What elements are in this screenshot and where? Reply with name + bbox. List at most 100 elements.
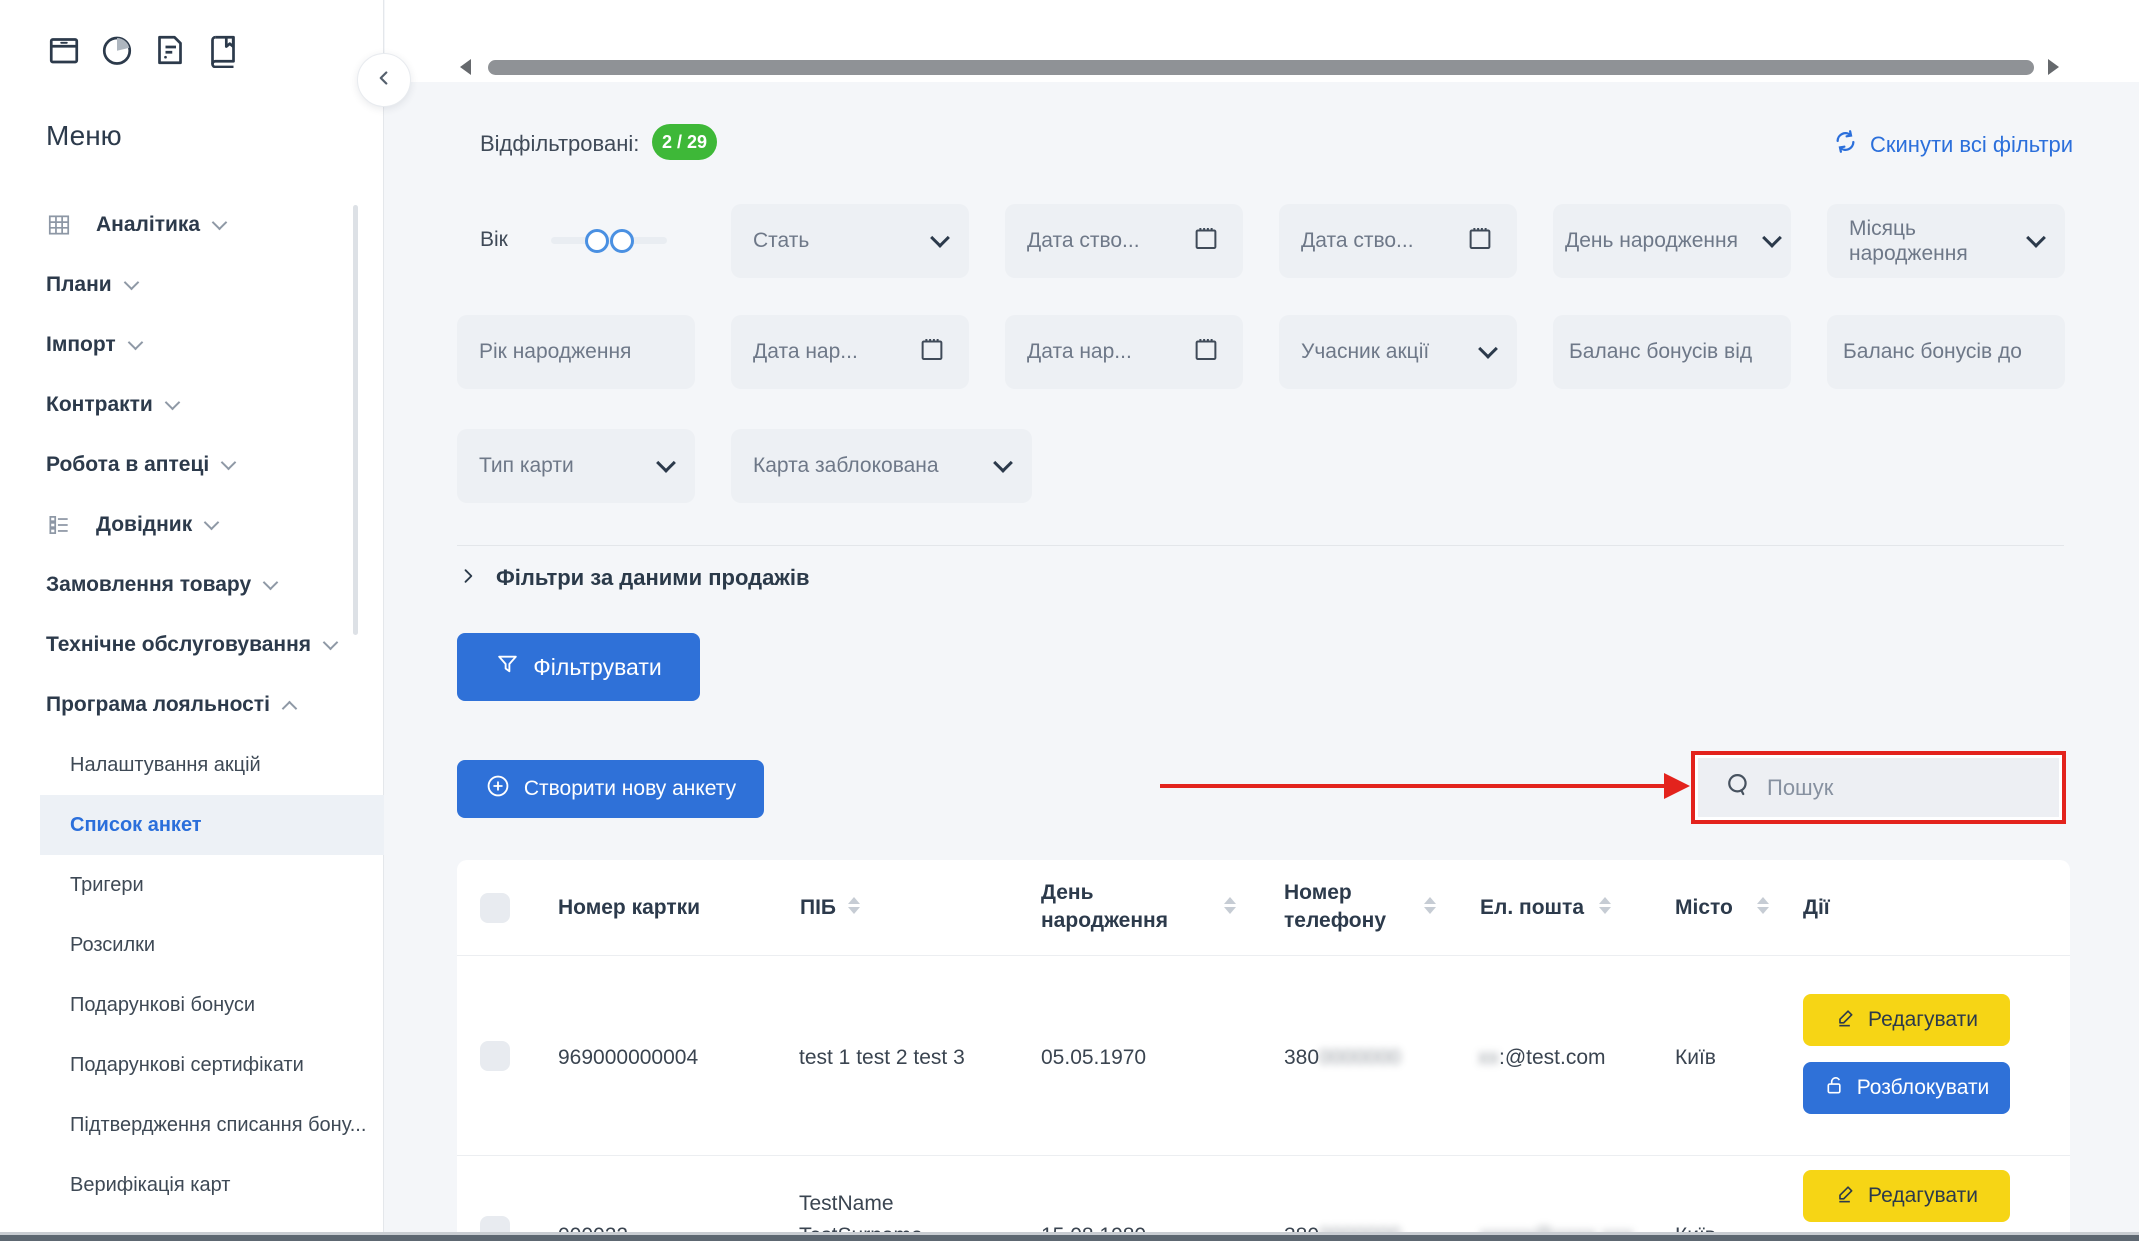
sidebar-top-icons xyxy=(46,32,241,68)
sort-icon[interactable] xyxy=(1757,897,1769,914)
annotation-arrow-head xyxy=(1664,773,1690,799)
sidebar-item-bonus-writeoff-confirmation[interactable]: Підтвердження списання бону... xyxy=(70,1095,366,1155)
chevron-left-icon xyxy=(373,67,395,94)
date-created-to-input[interactable]: Дата ство... xyxy=(1279,204,1517,278)
birth-date-from-input[interactable]: Дата нар... xyxy=(731,315,969,389)
promo-participant-select[interactable]: Учасник акції xyxy=(1279,315,1517,389)
table-row-divider xyxy=(457,1155,2070,1156)
masked-email: xx xyxy=(1478,1044,1499,1071)
chevron-down-icon xyxy=(212,215,228,231)
sidebar-item-maintenance[interactable]: Технічне обслуговування xyxy=(46,615,336,675)
sidebar-collapse-button[interactable] xyxy=(357,53,411,107)
cell-card-number: 969000000004 xyxy=(558,1044,698,1071)
age-range-handle-min[interactable] xyxy=(585,229,609,253)
sales-filters-toggle[interactable]: Фільтри за даними продажів xyxy=(458,556,810,600)
calendar-icon xyxy=(1465,223,1495,259)
create-questionnaire-button[interactable]: Створити нову анкету xyxy=(457,760,764,818)
age-range-handle-max[interactable] xyxy=(610,229,634,253)
row-checkbox[interactable] xyxy=(480,1041,510,1071)
chevron-down-icon xyxy=(323,635,339,651)
sidebar-item-gift-certificates[interactable]: Подарункові сертифікати xyxy=(70,1035,304,1095)
unlock-button[interactable]: Розблокувати xyxy=(1803,1062,2010,1114)
bonus-balance-to-input[interactable]: Баланс бонусів до xyxy=(1827,315,2065,389)
filter-button[interactable]: Фільтрувати xyxy=(457,633,700,701)
sidebar-scrollbar[interactable] xyxy=(353,205,358,635)
sort-icon[interactable] xyxy=(1599,897,1611,914)
card-type-select[interactable]: Тип карти xyxy=(457,429,695,503)
cell-city: Київ xyxy=(1675,1044,1716,1071)
sidebar-item-promo-settings[interactable]: Налаштування акцій xyxy=(70,735,261,795)
filtered-count-badge: 2 / 29 xyxy=(652,124,717,160)
calendar-icon xyxy=(917,334,947,370)
search-input[interactable] xyxy=(1765,774,2019,802)
sidebar-item-analytics[interactable]: Аналітика xyxy=(46,195,225,255)
birth-year-input[interactable]: Рік народження xyxy=(457,315,695,389)
age-range-track xyxy=(551,237,667,244)
book-icon[interactable] xyxy=(205,32,241,68)
gender-select[interactable]: Стать xyxy=(731,204,969,278)
calendar-icon xyxy=(1191,223,1221,259)
chevron-down-icon xyxy=(165,395,181,411)
cell-name: test 1 test 2 test 3 xyxy=(799,1044,965,1071)
box-icon[interactable] xyxy=(46,32,82,68)
date-created-from-input[interactable]: Дата ство... xyxy=(1005,204,1243,278)
funnel-icon xyxy=(495,652,520,683)
search-box[interactable] xyxy=(1698,758,2059,817)
table-header-divider xyxy=(457,955,2070,956)
chevron-down-icon xyxy=(1762,228,1782,248)
sidebar-item-contracts[interactable]: Контракти xyxy=(46,375,178,435)
refresh-icon xyxy=(1832,128,1859,161)
bonus-balance-from-input[interactable]: Баланс бонусів від xyxy=(1553,315,1791,389)
sidebar-item-pharmacy-work[interactable]: Робота в аптеці xyxy=(46,435,234,495)
chevron-right-icon xyxy=(458,566,478,591)
pencil-icon xyxy=(1835,1006,1858,1035)
pie-chart-icon[interactable] xyxy=(99,32,135,68)
sort-icon[interactable] xyxy=(848,897,860,914)
select-all-checkbox[interactable] xyxy=(480,893,510,923)
column-header-actions: Дії xyxy=(1803,894,1830,922)
sidebar-item-gift-bonuses[interactable]: Подарункові бонуси xyxy=(70,975,255,1035)
chevron-up-icon xyxy=(282,700,298,716)
hscroll-right-arrow[interactable] xyxy=(2048,59,2059,75)
section-divider xyxy=(457,545,2064,546)
chevron-down-icon xyxy=(930,228,950,248)
chevron-down-icon xyxy=(2026,228,2046,248)
chevron-down-icon xyxy=(127,335,143,351)
list-icon xyxy=(46,512,72,538)
sidebar-title: Меню xyxy=(46,120,122,152)
sidebar-item-card-verification[interactable]: Верифікація карт xyxy=(70,1155,230,1215)
birth-date-to-input[interactable]: Дата нар... xyxy=(1005,315,1243,389)
sidebar-item-questionnaire-list[interactable]: Список анкет xyxy=(70,795,202,855)
annotation-arrow-line xyxy=(1160,784,1676,788)
reset-filters-link[interactable]: Скинути всі фільтри xyxy=(1832,128,2073,161)
sidebar-item-plans[interactable]: Плани xyxy=(46,255,137,315)
sort-icon[interactable] xyxy=(1224,897,1236,914)
column-header-email: Ел. пошта xyxy=(1480,894,1584,922)
hscroll-thumb[interactable] xyxy=(488,60,2034,75)
sidebar-item-triggers[interactable]: Тригери xyxy=(70,855,144,915)
window-bottom-edge xyxy=(0,1235,2139,1241)
sidebar-item-directory[interactable]: Довідник xyxy=(46,495,217,555)
masked-phone: 0000000 xyxy=(1319,1044,1401,1071)
sidebar-item-import[interactable]: Імпорт xyxy=(46,315,141,375)
birth-day-select[interactable]: День народження xyxy=(1553,204,1791,278)
edit-button[interactable]: Редагувати xyxy=(1803,994,2010,1046)
column-header-card-number: Номер картки xyxy=(558,894,700,922)
sidebar-item-goods-order[interactable]: Замовлення товару xyxy=(46,555,276,615)
page: Меню Аналітика Плани Імпорт Контракти Ро… xyxy=(0,0,2139,1241)
plus-circle-icon xyxy=(485,773,511,805)
sidebar-item-mailings[interactable]: Розсилки xyxy=(70,915,155,975)
chevron-down-icon xyxy=(263,575,279,591)
chevron-down-icon xyxy=(656,453,676,473)
filtered-label: Відфільтровані: xyxy=(480,131,639,157)
sidebar-item-loyalty-program[interactable]: Програма лояльності xyxy=(46,675,295,735)
birth-month-select[interactable]: Місяць народження xyxy=(1827,204,2065,278)
chevron-down-icon xyxy=(204,515,220,531)
card-blocked-select[interactable]: Карта заблокована xyxy=(731,429,1032,503)
edit-button[interactable]: Редагувати xyxy=(1803,1170,2010,1222)
sort-icon[interactable] xyxy=(1424,897,1436,914)
sidebar: Меню Аналітика Плани Імпорт Контракти Ро… xyxy=(0,0,384,1241)
hscroll-left-arrow[interactable] xyxy=(460,59,471,75)
document-icon[interactable] xyxy=(152,32,188,68)
cell-birthday: 05.05.1970 xyxy=(1041,1044,1146,1071)
